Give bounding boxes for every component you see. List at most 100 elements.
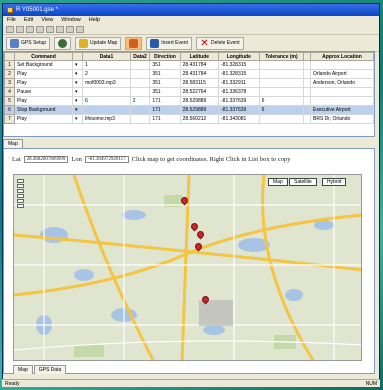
cut-icon[interactable] — [36, 26, 44, 33]
zoom-out-icon[interactable] — [17, 204, 24, 208]
zoom-level-icon[interactable] — [17, 194, 24, 198]
table-cell[interactable] — [303, 87, 311, 97]
lon-field[interactable]: -81.304972920117 — [84, 156, 129, 163]
delete-event-button[interactable]: ✕ Delete Event — [195, 36, 244, 50]
event-grid[interactable]: Command Data1 Data2 Direction Latitude L… — [3, 51, 375, 137]
command-dropdown-icon[interactable]: ▾ — [72, 87, 84, 97]
table-cell[interactable] — [129, 60, 151, 70]
col-header-direction[interactable]: Direction — [149, 52, 181, 61]
table-cell[interactable]: -81.328315 — [218, 60, 260, 70]
table-cell[interactable]: Orlando Airport — [310, 69, 374, 79]
open-folder-icon[interactable] — [16, 26, 24, 33]
table-cell[interactable] — [303, 69, 311, 79]
table-cell[interactable]: 28.522764 — [179, 87, 220, 97]
table-cell[interactable]: 28.431784 — [179, 69, 220, 79]
command-dropdown-icon[interactable]: ▾ — [72, 78, 84, 88]
table-cell[interactable]: Set Background — [13, 60, 74, 70]
table-cell[interactable] — [310, 60, 374, 70]
table-cell[interactable] — [303, 105, 311, 115]
col-header-command[interactable]: Command — [13, 52, 74, 61]
table-cell[interactable]: Stop Background — [13, 105, 74, 115]
table-cell[interactable] — [258, 114, 305, 124]
insert-event-button[interactable]: Insert Event — [146, 36, 192, 50]
new-file-icon[interactable] — [6, 26, 14, 33]
table-cell[interactable] — [129, 87, 151, 97]
table-cell[interactable]: 28.529889 — [179, 96, 220, 106]
save-icon[interactable] — [26, 26, 34, 33]
command-dropdown-icon[interactable]: ▾ — [72, 114, 84, 124]
col-header-location[interactable]: Approx Location — [310, 52, 374, 61]
table-cell[interactable]: 28.529889 — [179, 105, 220, 115]
table-cell[interactable] — [129, 78, 151, 88]
record-button[interactable] — [125, 36, 143, 50]
table-cell[interactable]: -81.336378 — [218, 87, 260, 97]
tab-gps-data[interactable]: GPS Data — [33, 365, 67, 374]
table-row[interactable]: 7 Play ▾ lifesome.mp3 171 28.560212 -81.343081… — [4, 114, 374, 124]
menu-view[interactable]: View — [41, 17, 53, 24]
table-cell[interactable] — [303, 96, 311, 106]
table-cell[interactable]: 351 — [149, 78, 181, 88]
zoom-control[interactable] — [17, 179, 24, 208]
table-cell[interactable]: -81.332911 — [218, 78, 260, 88]
table-cell[interactable]: 2 — [129, 96, 151, 106]
table-cell[interactable]: 6 — [82, 96, 131, 106]
zoom-level-icon[interactable] — [17, 189, 24, 193]
table-cell[interactable] — [310, 87, 374, 97]
lat-field[interactable]: 28.4682607809999 — [23, 156, 69, 163]
table-row[interactable]: 1 Set Background ▾ 1 351 28.431784 -81.328315 — [4, 60, 374, 70]
gps-setup-button[interactable]: GPS Setup — [6, 36, 51, 50]
table-cell[interactable]: lifesome.mp3 — [82, 114, 131, 124]
paste-icon[interactable] — [56, 26, 64, 33]
table-cell[interactable] — [258, 78, 305, 88]
table-cell[interactable]: Anderson, Orlando — [310, 78, 374, 88]
map-type-hybrid-button[interactable]: Hybrid — [322, 178, 347, 186]
table-cell[interactable]: Pause — [13, 87, 74, 97]
table-cell[interactable]: 351 — [149, 69, 181, 79]
table-cell[interactable] — [129, 105, 151, 115]
table-cell[interactable]: Executive Airport — [310, 105, 374, 115]
table-cell[interactable]: mof0003.mp3 — [82, 78, 131, 88]
table-cell[interactable] — [310, 96, 374, 106]
table-cell[interactable]: -81.343081 — [218, 114, 260, 124]
globe-button[interactable] — [54, 36, 72, 50]
table-cell[interactable]: -81.337639 — [218, 96, 260, 106]
command-dropdown-icon[interactable]: ▾ — [72, 105, 84, 115]
tab-map-view[interactable]: Map — [13, 365, 33, 374]
tab-map[interactable]: Map — [3, 139, 23, 148]
table-cell[interactable]: 28.431784 — [179, 60, 220, 70]
table-cell[interactable]: Play — [13, 78, 74, 88]
table-cell[interactable] — [303, 60, 311, 70]
street-map[interactable]: Map Satellite Hybrid — [13, 174, 362, 361]
table-cell[interactable]: 2 — [82, 69, 131, 79]
menu-edit[interactable]: Edit — [24, 17, 33, 24]
table-cell[interactable]: 171 — [149, 105, 181, 115]
table-cell[interactable] — [258, 69, 305, 79]
command-dropdown-icon[interactable]: ▾ — [72, 60, 84, 70]
update-map-button[interactable]: Update Map — [75, 36, 122, 50]
table-cell[interactable] — [82, 105, 131, 115]
col-header-data1[interactable]: Data1 — [82, 52, 131, 61]
table-cell[interactable]: -81.328315 — [218, 69, 260, 79]
map-type-map-button[interactable]: Map — [268, 178, 288, 186]
table-row[interactable]: 5 Play ▾ 6 2 171 28.529889 -81.337639 6 — [4, 96, 374, 106]
table-cell[interactable] — [303, 78, 311, 88]
table-row[interactable]: 3 Play ▾ mof0003.mp3 351 28.583115 -81.332911 A… — [4, 78, 374, 88]
map-type-satellite-button[interactable]: Satellite — [289, 178, 317, 186]
table-cell[interactable]: 171 — [149, 114, 181, 124]
table-cell[interactable]: 28.560212 — [179, 114, 220, 124]
table-cell[interactable]: -81.337639 — [218, 105, 260, 115]
print-icon[interactable] — [66, 26, 74, 33]
table-cell[interactable]: Play — [13, 96, 74, 106]
help-icon[interactable] — [76, 26, 84, 33]
table-cell[interactable]: BRS Dr, Orlando — [310, 114, 374, 124]
menu-window[interactable]: Window — [61, 17, 81, 24]
table-cell[interactable]: 351 — [149, 87, 181, 97]
menu-file[interactable]: File — [7, 17, 16, 24]
table-cell[interactable] — [129, 69, 151, 79]
table-cell[interactable] — [129, 114, 151, 124]
table-cell[interactable] — [258, 60, 305, 70]
zoom-level-icon[interactable] — [17, 199, 24, 203]
table-cell[interactable]: 351 — [149, 60, 181, 70]
col-header-tolerance[interactable]: Tolerance (m) — [258, 52, 305, 61]
copy-icon[interactable] — [46, 26, 54, 33]
